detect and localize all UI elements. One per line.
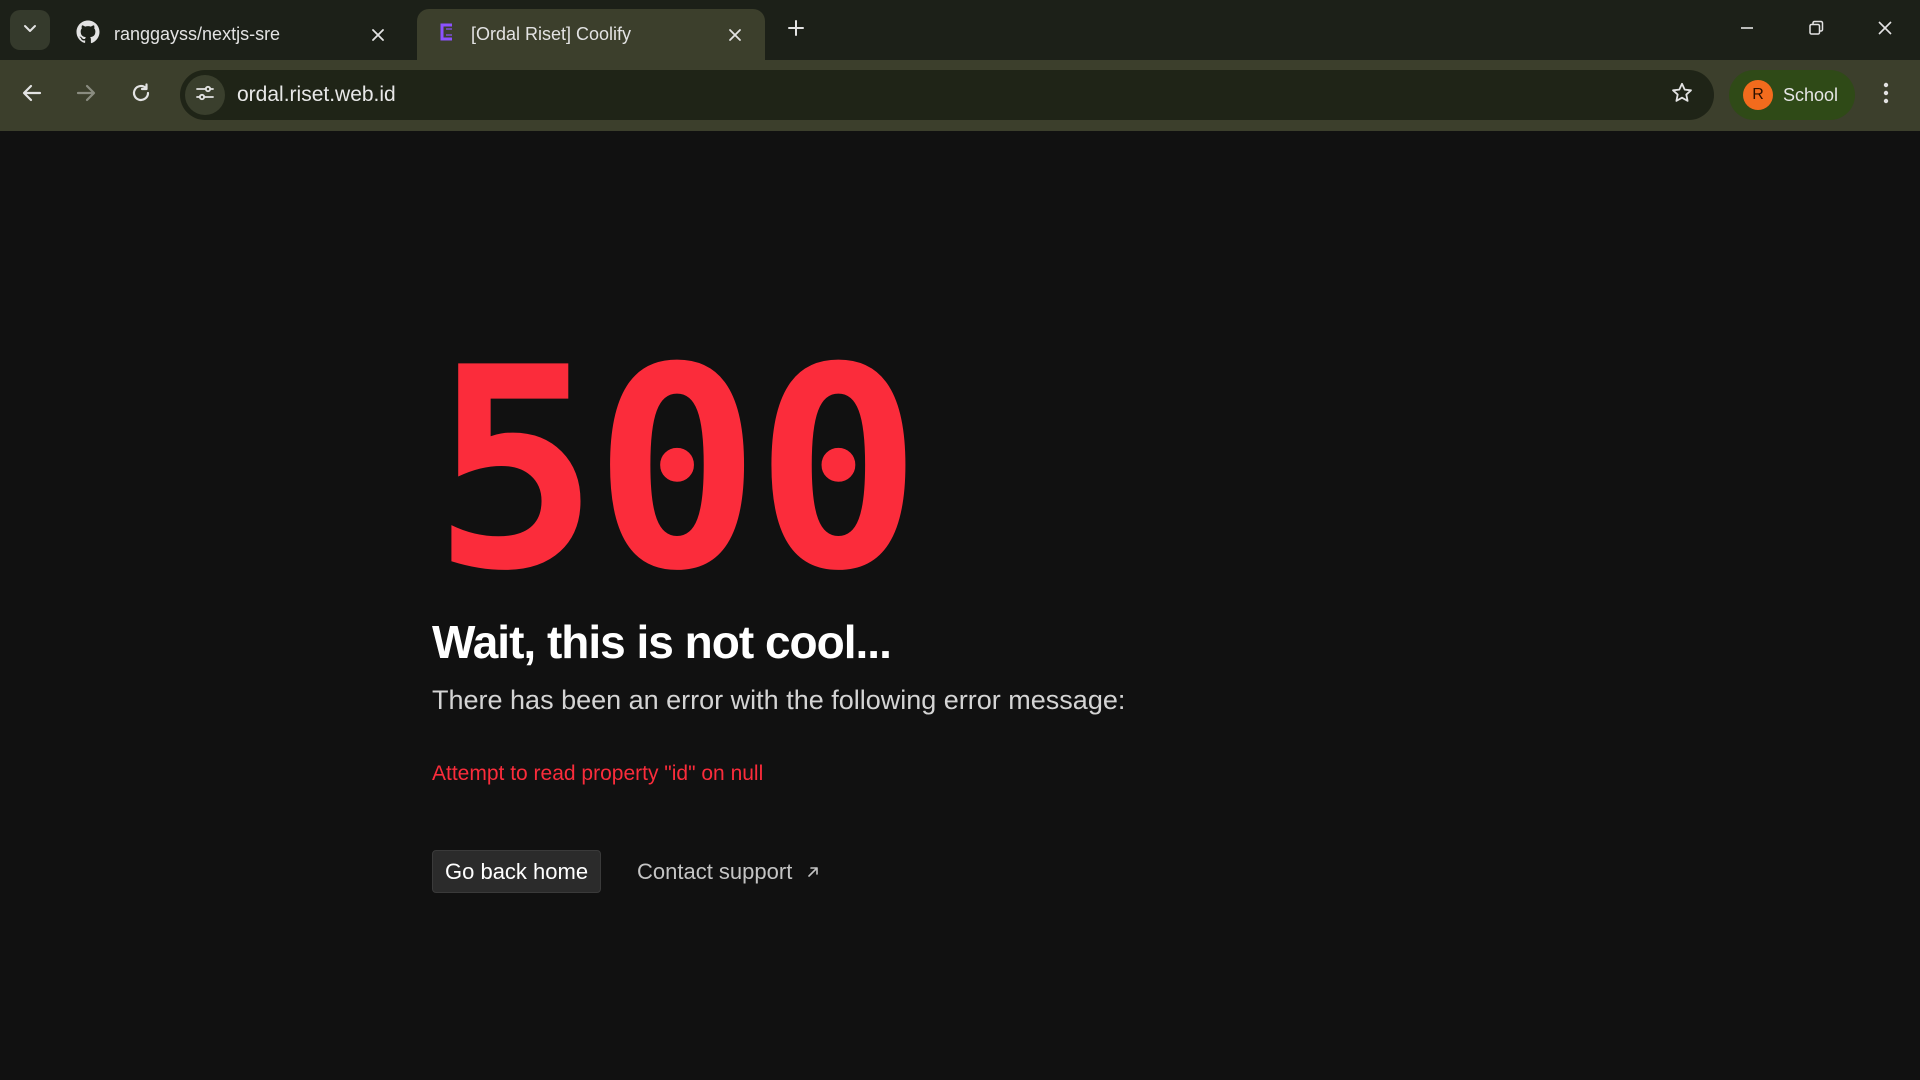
reload-icon — [130, 82, 152, 109]
close-icon[interactable] — [723, 23, 747, 47]
profile-label: School — [1783, 84, 1839, 105]
close-icon[interactable] — [366, 23, 390, 47]
restore-icon — [1808, 20, 1824, 41]
minimize-icon — [1739, 20, 1755, 41]
browser-chrome: ranggayss/nextjs-sre [Ordal Riset] Cooli… — [0, 0, 1920, 131]
avatar: R — [1743, 80, 1773, 110]
profile-button[interactable]: R School — [1729, 70, 1855, 120]
tab-title: ranggayss/nextjs-sre — [114, 24, 281, 44]
tab-coolify[interactable]: [Ordal Riset] Coolify — [417, 9, 765, 60]
error-message: Attempt to read property "id" on null — [432, 762, 764, 785]
tab-strip: ranggayss/nextjs-sre [Ordal Riset] Cooli… — [0, 0, 1920, 60]
reload-button[interactable] — [121, 75, 161, 115]
external-link-icon — [806, 865, 820, 879]
arrow-left-icon — [21, 82, 43, 109]
tab-title: [Ordal Riset] Coolify — [471, 24, 632, 44]
minimize-button[interactable] — [1724, 8, 1770, 52]
close-window-button[interactable] — [1862, 8, 1908, 52]
browser-toolbar: ordal.riset.web.id R School — [0, 60, 1920, 131]
go-back-home-button[interactable]: Go back home — [432, 850, 602, 893]
tune-icon — [194, 82, 216, 109]
restore-button[interactable] — [1793, 8, 1839, 52]
error-code: 500 — [432, 308, 922, 632]
tab-search-button[interactable] — [10, 10, 50, 50]
error-page: 500 Wait, this is not cool... There has … — [0, 131, 1920, 1080]
url-text[interactable]: ordal.riset.web.id — [237, 83, 1662, 107]
contact-support-label: Contact support — [637, 858, 793, 884]
forward-button[interactable] — [66, 75, 106, 115]
page-title: Wait, this is not cool... — [432, 616, 892, 668]
coolify-icon — [435, 21, 457, 48]
arrow-right-icon — [75, 82, 97, 109]
back-button[interactable] — [12, 75, 52, 115]
error-description: There has been an error with the followi… — [432, 685, 1126, 715]
browser-menu-button[interactable] — [1866, 75, 1906, 115]
site-info-button[interactable] — [185, 75, 225, 115]
contact-support-link[interactable]: Contact support — [637, 850, 820, 893]
star-icon — [1670, 81, 1694, 110]
plus-icon — [787, 19, 805, 42]
more-vertical-icon — [1882, 81, 1890, 110]
address-bar[interactable]: ordal.riset.web.id — [180, 70, 1714, 120]
chevron-down-icon — [22, 20, 38, 41]
close-icon — [1877, 20, 1893, 41]
tab-github[interactable]: ranggayss/nextjs-sre — [58, 9, 408, 60]
github-icon — [76, 20, 100, 49]
bookmark-button[interactable] — [1662, 75, 1702, 115]
new-tab-button[interactable] — [780, 14, 812, 46]
